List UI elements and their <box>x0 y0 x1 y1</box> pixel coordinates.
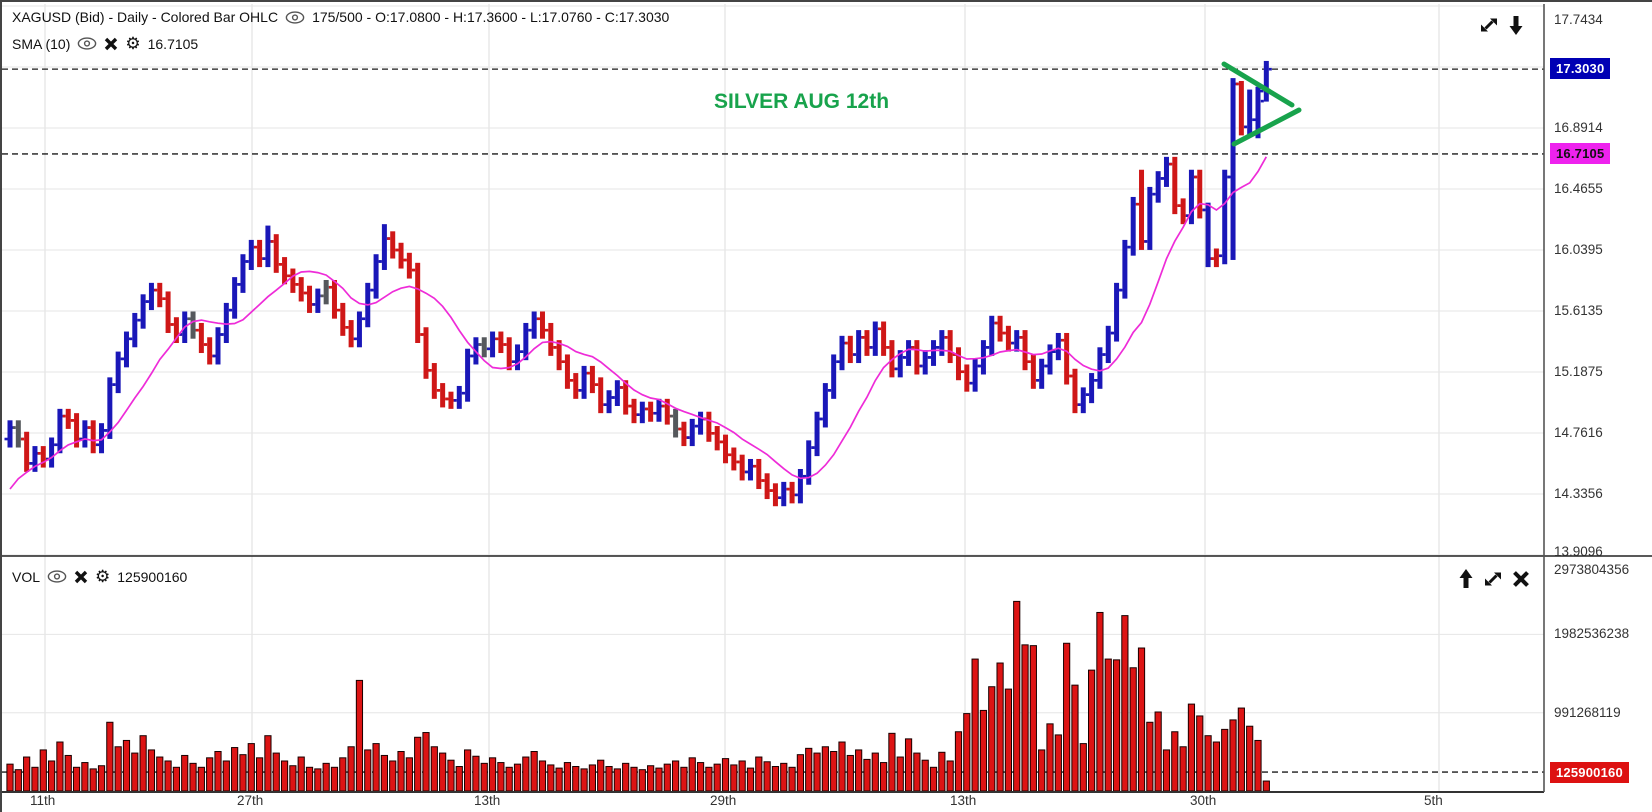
eye-icon[interactable] <box>77 37 97 50</box>
close-icon[interactable] <box>74 570 88 584</box>
last-price-badge: 17.3030 <box>1550 58 1611 80</box>
volume-label: VOL <box>12 568 41 585</box>
volume-axis-tick: 2973804356 <box>1554 562 1630 577</box>
volume-axis-tick: 1982536238 <box>1554 626 1630 642</box>
volume-badge: 125900160 <box>1550 762 1629 784</box>
close-icon[interactable] <box>1512 570 1530 588</box>
price-axis-tick: 16.0395 <box>1554 242 1603 257</box>
sma-header[interactable]: SMA (10) ⚙ 16.7105 <box>12 35 198 52</box>
date-axis-tick: 13th <box>950 793 977 808</box>
volume-axis-tick: 991268119 <box>1554 704 1621 720</box>
gear-icon[interactable]: ⚙ <box>125 35 140 52</box>
price-axis-tick: 14.7616 <box>1554 424 1603 440</box>
date-axis-tick: 13th <box>474 793 501 808</box>
date-axis-tick: 30th <box>1190 793 1217 808</box>
annotation-text[interactable]: SILVER AUG 12th <box>714 90 889 114</box>
price-axis-tick: 17.7434 <box>1554 12 1603 27</box>
volume-panel-controls <box>1458 568 1530 590</box>
ohlc-values: 175/500 - O:17.0800 - H:17.3600 - L:17.0… <box>312 9 670 25</box>
arrow-down-icon[interactable] <box>1508 14 1524 36</box>
date-axis-tick: 5th <box>1424 793 1443 808</box>
price-panel-controls <box>1478 14 1524 36</box>
price-axis-tick: 16.8914 <box>1554 120 1603 136</box>
sma-label: SMA (10) <box>12 35 71 52</box>
date-axis-tick: 11th <box>30 793 56 808</box>
price-axis-tick: 15.6135 <box>1554 302 1603 318</box>
sma-price-badge: 16.7105 <box>1550 142 1611 164</box>
eye-icon[interactable] <box>285 10 305 24</box>
price-axis-tick: 14.3356 <box>1554 485 1603 501</box>
date-axis-tick: 27th <box>237 793 264 808</box>
price-axis-tick: 13.9096 <box>1554 544 1603 559</box>
price-chart[interactable] <box>2 2 1652 812</box>
close-icon[interactable] <box>104 37 118 51</box>
instrument-header[interactable]: XAGUSD (Bid) - Daily - Colored Bar OHLC … <box>12 9 669 25</box>
gear-icon[interactable]: ⚙ <box>95 568 110 585</box>
volume-value: 125900160 <box>117 568 188 585</box>
trading-chart-window: XAGUSD (Bid) - Daily - Colored Bar OHLC … <box>0 0 1652 812</box>
expand-icon[interactable] <box>1482 568 1504 590</box>
price-axis-tick: 15.1875 <box>1554 363 1603 379</box>
eye-icon[interactable] <box>47 570 67 583</box>
date-axis-tick: 29th <box>710 793 737 808</box>
arrow-up-icon[interactable] <box>1458 568 1474 590</box>
expand-icon[interactable] <box>1478 14 1500 36</box>
volume-header[interactable]: VOL ⚙ 125900160 <box>12 568 187 585</box>
instrument-title: XAGUSD (Bid) - Daily - Colored Bar OHLC <box>12 9 279 25</box>
sma-value: 16.7105 <box>147 35 199 52</box>
price-axis-tick: 16.4655 <box>1554 181 1603 196</box>
